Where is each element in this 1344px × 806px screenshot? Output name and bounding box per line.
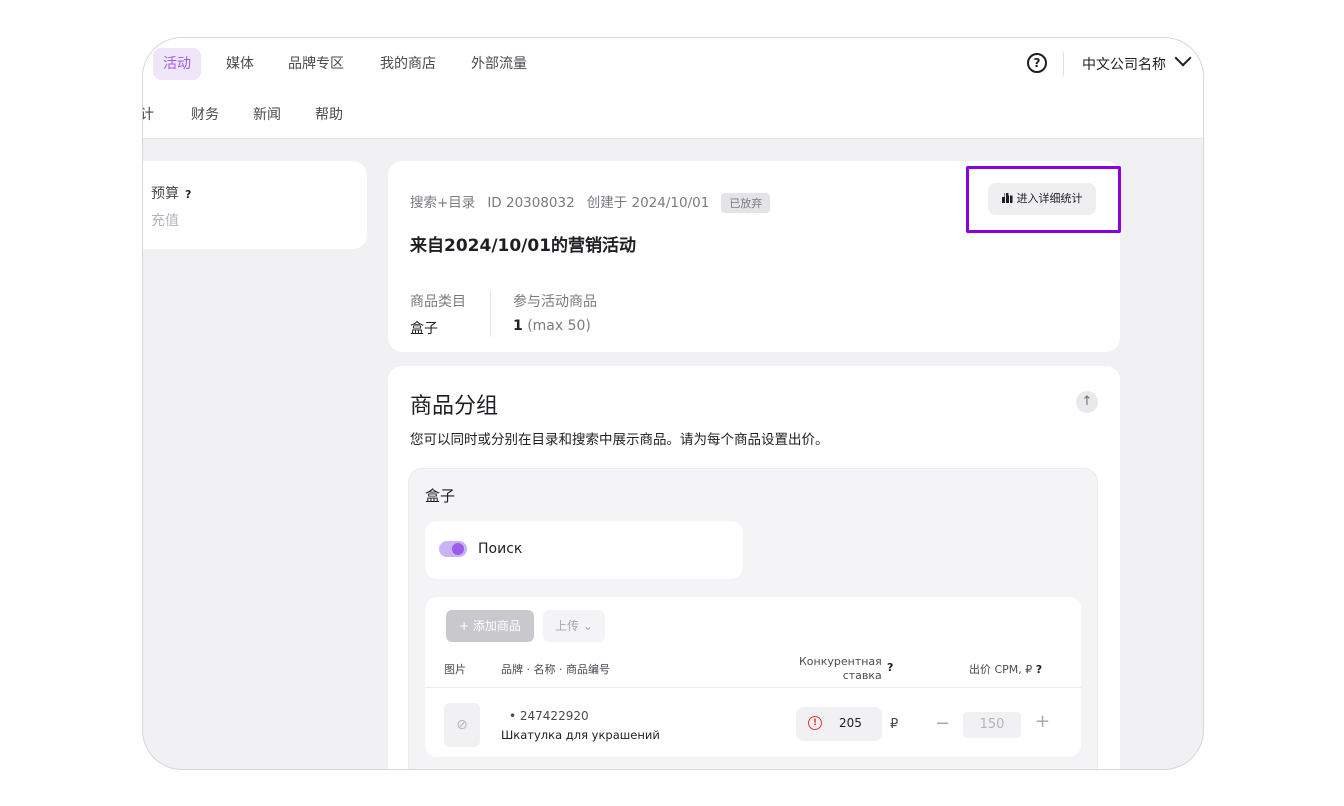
chevron-down-icon: ⌄: [582, 619, 593, 633]
product-sku: • 247422920: [509, 709, 589, 723]
company-name[interactable]: 中文公司名称: [1082, 54, 1166, 74]
nav-item-media[interactable]: 媒体: [216, 48, 264, 80]
campaign-id: ID 20308032: [487, 195, 575, 211]
group-panel-title: 盒子: [425, 487, 456, 505]
sub-nav: 计 财务 新闻 帮助: [143, 90, 1203, 139]
col-brand: 品牌 · 名称 · 商品编号: [501, 663, 610, 676]
divider: [1063, 52, 1064, 76]
group-panel: 盒子 Поиск + 添加商品 上传 ⌄ 图片 品牌 · 名称 · 商品编号 К…: [408, 468, 1098, 769]
category-value: 盒子: [410, 321, 438, 337]
question-circle-icon[interactable]: ?: [1027, 53, 1047, 73]
bid-help-icon[interactable]: ?: [1036, 663, 1042, 676]
recharge-link[interactable]: 充值: [151, 210, 179, 230]
placement-toggle-card: Поиск: [425, 521, 743, 579]
app-frame: 活动 媒体 品牌专区 我的商店 外部流量 ? 中文公司名称 计 财务 新闻 帮助…: [142, 37, 1204, 770]
group-description: 您可以同时或分别在目录和搜索中展示商品。请为每个商品设置出价。: [410, 432, 829, 448]
product-name: Шкатулка для украшений: [501, 728, 660, 742]
sub-nav-item-help[interactable]: 帮助: [315, 104, 343, 124]
chevron-down-icon[interactable]: [1174, 49, 1192, 67]
campaign-type: 搜索+目录: [410, 195, 476, 211]
search-toggle-label: Поиск: [478, 541, 523, 557]
products-table: + 添加商品 上传 ⌄ 图片 品牌 · 名称 · 商品编号 Конкурентн…: [425, 597, 1081, 757]
status-badge: 已放弃: [721, 193, 771, 213]
alert-icon: !: [808, 716, 822, 730]
no-image-icon: ⊘: [444, 703, 480, 747]
products-label: 参与活动商品: [513, 294, 597, 310]
increment-button[interactable]: +: [1035, 711, 1050, 732]
sub-nav-item-news[interactable]: 新闻: [253, 104, 281, 124]
col-competitive-bid: Конкурентная ставка: [799, 655, 882, 682]
competitive-bid-help-icon[interactable]: ?: [887, 661, 893, 674]
add-product-button[interactable]: + 添加商品: [446, 610, 534, 642]
upload-dropdown[interactable]: 上传 ⌄: [543, 610, 605, 642]
sub-nav-item-finance[interactable]: 财务: [191, 104, 219, 124]
nav-item-campaigns[interactable]: 活动: [153, 48, 201, 80]
competitive-bid-box: ! 205: [796, 707, 882, 741]
sub-nav-item-stats[interactable]: 计: [143, 104, 154, 124]
field-divider: [490, 291, 491, 337]
budget-help-icon[interactable]: ?: [185, 188, 191, 201]
currency-label: ₽: [890, 717, 899, 732]
col-image: 图片: [444, 663, 466, 676]
arrow-up-icon[interactable]: ↑: [1076, 391, 1098, 413]
nav-item-my-store[interactable]: 我的商店: [370, 48, 446, 80]
row-divider: [425, 687, 1081, 688]
bid-input[interactable]: 150: [963, 712, 1021, 738]
category-label: 商品类目: [410, 294, 466, 310]
competitive-bid-value: 205: [839, 716, 862, 730]
products-value: 1 (max 50): [513, 318, 591, 334]
nav-item-brand-zone[interactable]: 品牌专区: [278, 48, 354, 80]
product-group-card: 商品分组 ↑ 您可以同时或分别在目录和搜索中展示商品。请为每个商品设置出价。 盒…: [388, 366, 1120, 769]
group-title: 商品分组: [410, 394, 499, 419]
campaign-title: 来自2024/10/01的营销活动: [410, 236, 637, 256]
search-toggle[interactable]: [439, 541, 467, 557]
decrement-button[interactable]: −: [935, 713, 950, 734]
highlight-box: [966, 166, 1121, 233]
campaign-created: 创建于 2024/10/01: [586, 195, 710, 211]
col-bid: 出价 CPM, ₽ ?: [969, 663, 1043, 676]
nav-item-external-traffic[interactable]: 外部流量: [461, 48, 537, 80]
campaign-meta: 搜索+目录 ID 20308032 创建于 2024/10/01 已放弃: [410, 191, 782, 213]
budget-card: 预算? 充值: [143, 161, 367, 249]
top-nav: 活动 媒体 品牌专区 我的商店 外部流量 ? 中文公司名称: [143, 38, 1203, 90]
budget-label: 预算?: [151, 186, 192, 202]
